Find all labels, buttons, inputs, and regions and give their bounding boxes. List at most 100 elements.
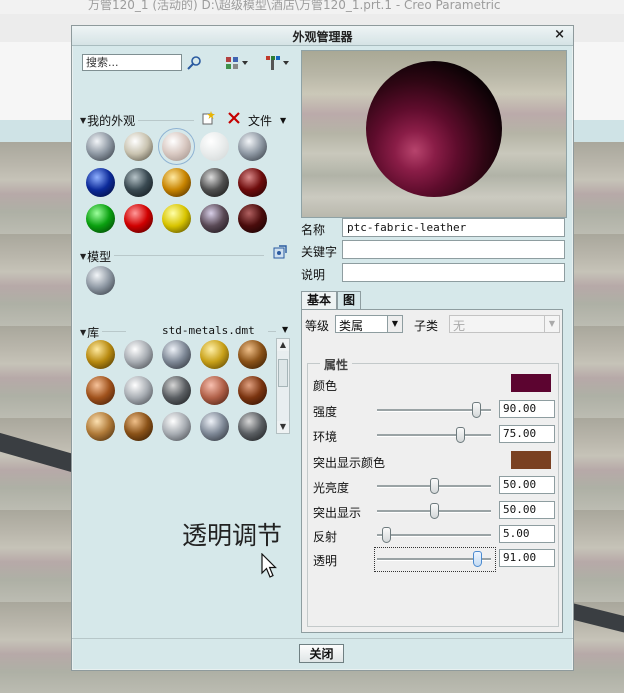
subclass-select[interactable]: 无 ▼ [449,315,560,333]
dialog-close-icon[interactable]: × [554,27,565,42]
my-appearance-swatch[interactable] [124,168,153,197]
my-appearance-swatch[interactable] [86,132,115,161]
my-appearance-swatch[interactable] [238,168,267,197]
property-row-color: 颜色 [308,373,558,395]
library-appearance-swatch[interactable] [200,412,229,441]
slider-handle[interactable] [429,478,439,494]
transparency-label: 透明 [313,554,338,568]
keyword-field[interactable] [342,240,565,259]
intensity-slider[interactable] [377,402,491,418]
library-appearance-swatch[interactable] [124,376,153,405]
my-appearance-swatch[interactable] [200,204,229,233]
name-field[interactable]: ptc-fabric-leather [342,218,565,237]
my-appearance-swatch[interactable] [200,132,229,161]
close-button[interactable]: 关闭 [299,644,344,663]
library-appearance-swatch[interactable] [238,412,267,441]
tab-basic[interactable]: 基本 [301,291,338,309]
collapse-triangle-icon[interactable]: ▼ [80,116,86,125]
file-menu[interactable]: 文件 ▼ [248,112,286,129]
reflection-label: 反射 [313,530,338,544]
my-appearance-swatch[interactable] [124,204,153,233]
delete-icon[interactable] [226,110,242,126]
my-appearance-swatch[interactable] [158,128,195,165]
collapse-triangle-icon[interactable]: ▼ [80,328,86,337]
description-label: 说明 [301,268,326,282]
my-appearances-header[interactable]: ▼ 我的外观 [80,112,135,129]
search-input[interactable] [82,54,182,71]
view-options-icon[interactable] [224,54,252,72]
my-appearance-swatch[interactable] [238,204,267,233]
model-header[interactable]: ▼ 模型 [80,248,111,265]
my-appearance-swatch[interactable] [162,168,191,197]
my-appearance-swatch[interactable] [162,204,191,233]
new-appearance-icon[interactable] [200,110,216,126]
library-file-name: std-metals.dmt [162,324,255,337]
library-appearance-swatch[interactable] [124,340,153,369]
my-appearance-swatch[interactable] [124,132,153,161]
highlight-color-swatch[interactable] [511,451,551,469]
library-appearance-swatch[interactable] [86,412,115,441]
dialog-title-bar[interactable]: 外观管理器 × [72,26,573,46]
library-appearance-swatch[interactable] [162,340,191,369]
highlight-slider[interactable] [377,503,491,519]
subclass-select-value: 无 [453,319,466,333]
search-icon[interactable] [185,54,203,72]
description-field[interactable] [342,263,565,282]
properties-group: 属性 颜色 强度 90.00 环境 75.00 突出显示颜色 光亮度 50.00 突出显示 50.… [307,356,559,627]
scroll-down-icon[interactable]: ▼ [277,421,289,433]
intensity-label: 强度 [313,405,338,419]
reflection-value-field[interactable]: 5.00 [499,525,555,543]
slider-handle[interactable] [382,527,392,543]
class-label: 等级 [305,319,330,333]
slider-handle[interactable] [471,402,481,418]
slider-handle[interactable] [429,503,439,519]
ambient-label: 环境 [313,430,338,444]
ambient-slider[interactable] [377,427,491,443]
highlight-value-field[interactable]: 50.00 [499,501,555,519]
slider-handle[interactable] [455,427,465,443]
dialog-title: 外观管理器 [292,30,353,44]
my-appearance-swatch[interactable] [86,204,115,233]
pick-from-model-icon[interactable] [272,244,288,260]
tools-icon[interactable] [264,54,292,72]
library-appearance-swatch[interactable] [162,376,191,405]
library-appearance-swatch[interactable] [238,340,267,369]
reflection-slider[interactable] [377,527,491,543]
window-title-text: 万管120_1 (活动的) D:\超级模型\酒店\万管120_1.prt.1 -… [88,0,501,12]
property-row-transparency: 透明 91.00 [308,547,558,572]
my-appearance-swatch[interactable] [86,168,115,197]
scroll-thumb[interactable] [278,359,288,387]
library-appearance-swatch[interactable] [238,376,267,405]
my-appearance-swatch[interactable] [238,132,267,161]
library-appearance-swatch[interactable] [200,376,229,405]
mouse-pointer-icon [261,553,277,578]
model-appearance-swatch[interactable] [86,266,115,295]
tab-map[interactable]: 图 [337,291,362,309]
class-select[interactable]: 类属 ▼ [335,315,403,333]
property-tabs: 基本 图 [301,291,362,309]
library-appearance-swatch[interactable] [162,412,191,441]
library-scrollbar[interactable]: ▲ ▼ [276,338,290,434]
ambient-value-field[interactable]: 75.00 [499,425,555,443]
scroll-up-icon[interactable]: ▲ [277,339,289,351]
library-dropdown[interactable]: ▼ [282,325,288,334]
property-row-intensity: 强度 90.00 [308,399,558,421]
shininess-value-field[interactable]: 50.00 [499,476,555,494]
chevron-down-icon: ▼ [280,116,287,125]
library-appearance-swatch[interactable] [200,340,229,369]
library-appearance-swatch[interactable] [86,340,115,369]
intensity-value-field[interactable]: 90.00 [499,400,555,418]
section-divider [268,331,276,332]
shininess-label: 光亮度 [313,481,350,495]
collapse-triangle-icon[interactable]: ▼ [80,252,86,261]
library-appearance-swatch[interactable] [86,376,115,405]
transparency-value-field[interactable]: 91.00 [499,549,555,567]
appearance-palette-panel: ▼ 我的外观 文件 ▼ ▼ 模型 ▼ 库 std-metal [78,48,294,638]
properties-group-title: 属性 [320,356,353,373]
my-appearance-swatch[interactable] [200,168,229,197]
color-swatch[interactable] [511,374,551,392]
library-appearance-swatch[interactable] [124,412,153,441]
basic-tab-panel: 等级 类属 ▼ 子类 无 ▼ 属性 颜色 强度 90.00 环境 75.00 突出显示颜色… [301,309,563,633]
shininess-slider[interactable] [377,478,491,494]
keyword-row: 关键字 [301,240,567,260]
